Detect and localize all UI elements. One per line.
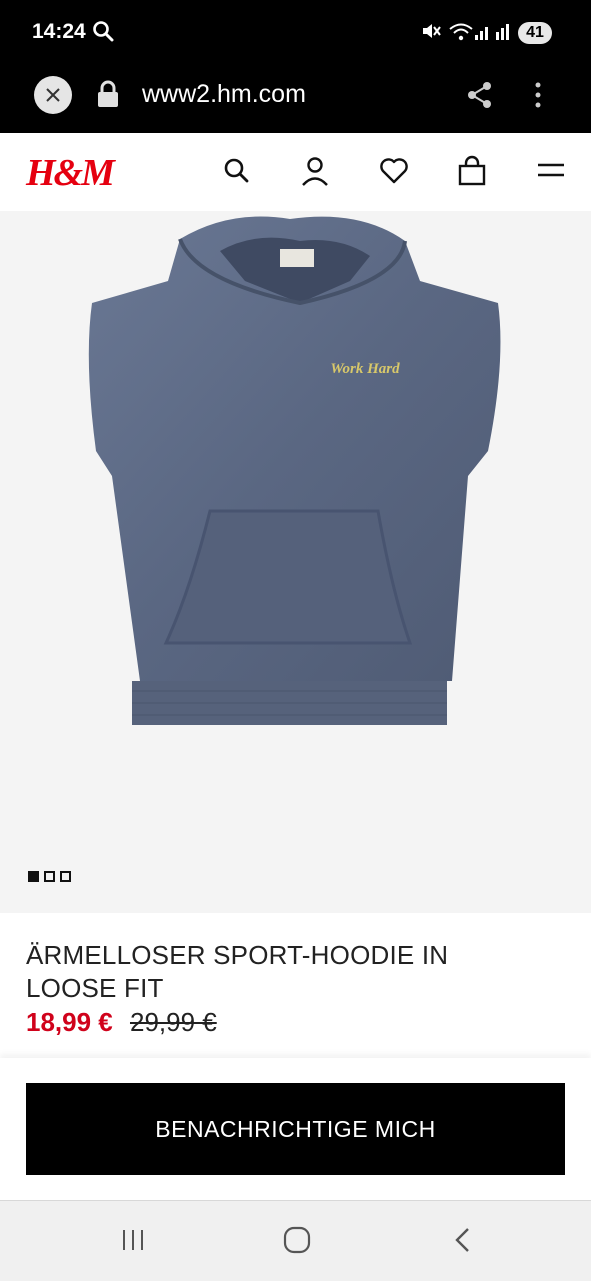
original-price: 29,99 €: [129, 1007, 217, 1037]
sticky-action-bar: BENACHRICHTIGE MICH: [0, 1058, 591, 1200]
print-text: Work Hard: [330, 361, 400, 377]
status-bar: 14:24 41: [0, 0, 591, 66]
pagination-dot-3[interactable]: [60, 871, 71, 882]
more-menu-icon[interactable]: [528, 80, 548, 110]
product-info: ÄRMELLOSER SPORT-HOODIE IN LOOSE FIT 18,…: [0, 913, 591, 1058]
lock-icon: [98, 80, 118, 107]
shopping-bag-icon[interactable]: [456, 155, 488, 187]
heart-icon[interactable]: [378, 155, 410, 185]
site-header: H&M: [0, 133, 591, 211]
product-image-gallery[interactable]: Work Hard: [0, 211, 591, 913]
close-tab-button[interactable]: [34, 76, 72, 114]
signal-icon-2: [496, 24, 509, 40]
browser-url-bar: www2.hm.com: [0, 66, 591, 133]
url-text[interactable]: www2.hm.com: [142, 80, 306, 109]
search-icon[interactable]: [222, 155, 250, 185]
image-pagination[interactable]: [28, 869, 76, 887]
search-status-icon: [93, 21, 114, 42]
pagination-dot-2[interactable]: [44, 871, 55, 882]
hamburger-menu-icon[interactable]: [536, 155, 566, 185]
product-image: Work Hard: [88, 216, 501, 725]
hm-logo[interactable]: H&M: [26, 151, 115, 195]
account-icon[interactable]: [300, 155, 330, 187]
battery-indicator: 41: [518, 22, 552, 44]
close-icon: [46, 88, 60, 102]
mute-icon: [423, 24, 441, 38]
signal-icon-1: [475, 27, 488, 40]
price-block: 18,99 € 29,99 €: [26, 1007, 217, 1038]
back-icon[interactable]: [448, 1225, 478, 1255]
product-title: ÄRMELLOSER SPORT-HOODIE IN LOOSE FIT: [26, 940, 449, 1003]
sale-price: 18,99 €: [26, 1007, 113, 1037]
status-time: 14:24: [32, 20, 86, 43]
home-icon[interactable]: [282, 1225, 312, 1255]
system-navigation-bar: [0, 1200, 591, 1281]
wifi-icon: [449, 23, 473, 41]
pagination-dot-1[interactable]: [28, 871, 39, 882]
notify-me-button[interactable]: BENACHRICHTIGE MICH: [26, 1083, 565, 1175]
recent-apps-icon[interactable]: [118, 1225, 148, 1255]
share-icon[interactable]: [466, 80, 494, 110]
